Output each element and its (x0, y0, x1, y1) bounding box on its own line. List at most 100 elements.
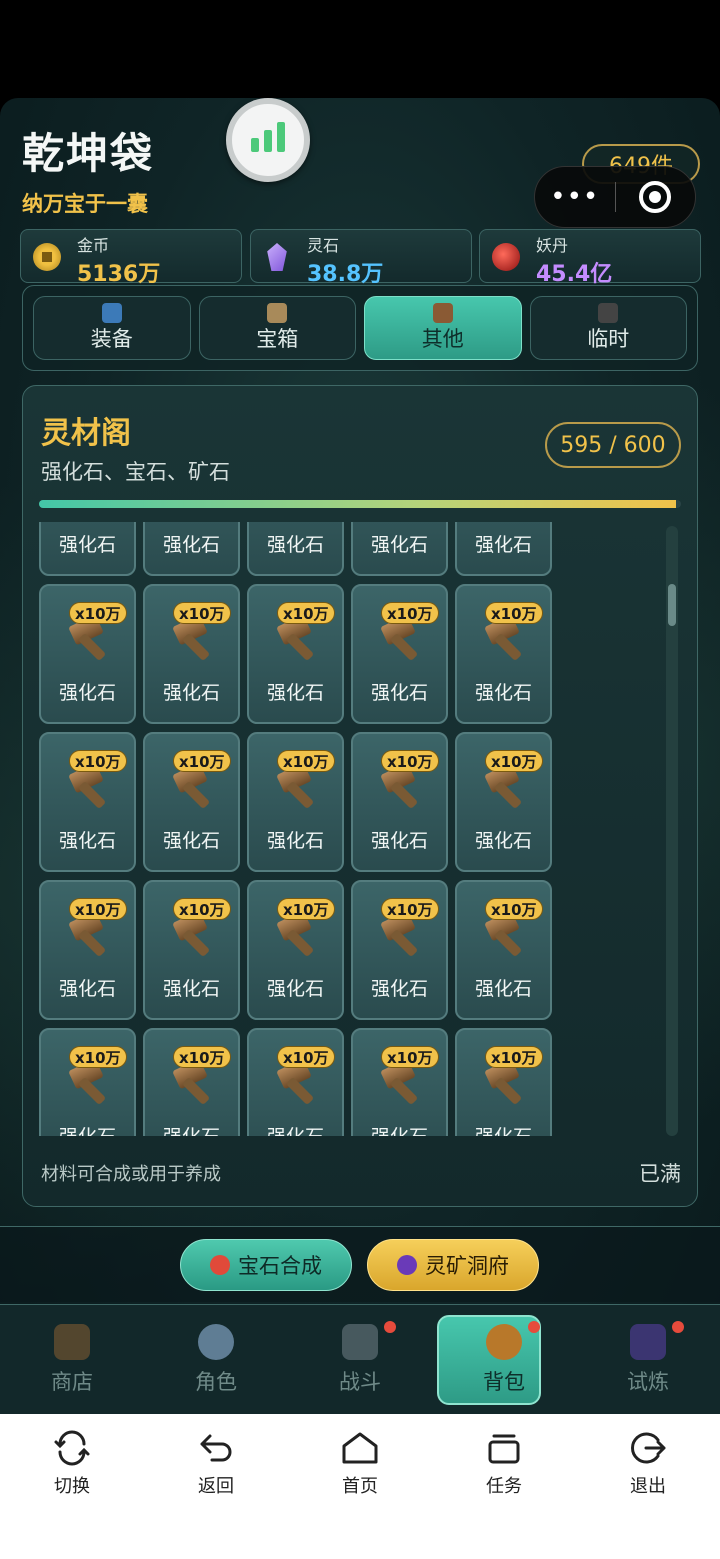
item-slot[interactable]: x10万强化石 (247, 584, 344, 724)
system-label: 首页 (342, 1476, 378, 1497)
equipment-icon (101, 303, 122, 323)
stats-bar (264, 130, 272, 152)
item-slot[interactable]: x10万强化石 (247, 732, 344, 872)
miniapp-capsule: ••• (534, 166, 696, 228)
item-slot[interactable]: x10万强化石 (143, 732, 240, 872)
nav-label: 商店 (51, 1369, 93, 1394)
quantity-badge: x10万 (485, 898, 543, 920)
item-slot[interactable]: x10万强化石 (455, 584, 552, 724)
nav-item-bag[interactable]: 背包 (432, 1305, 576, 1414)
back-icon (196, 1428, 236, 1468)
tab-chest[interactable]: 宝箱 (198, 296, 356, 360)
item-slot[interactable]: x10万强化石 (39, 584, 136, 724)
system-exit-button[interactable]: 退出 (576, 1414, 720, 1559)
spirit-stone-icon (267, 243, 287, 271)
item-slot[interactable]: x10万强化石 (143, 1028, 240, 1136)
item-slot[interactable]: x10万强化石 (351, 732, 448, 872)
nav-item-battle[interactable]: 战斗 (288, 1305, 432, 1414)
tab-label: 装备 (90, 327, 133, 351)
item-grid-viewport[interactable]: x10万强化石x10万强化石x10万强化石x10万强化石x10万强化石x10万强… (39, 522, 559, 1136)
system-tasks-button[interactable]: 任务 (432, 1414, 576, 1559)
item-slot[interactable]: x10万强化石 (455, 522, 552, 576)
more-dots-icon[interactable]: ••• (535, 182, 615, 212)
item-name: 强化石 (266, 534, 324, 556)
grid-scrollbar[interactable] (666, 526, 678, 1136)
bag-icon (486, 1323, 522, 1360)
item-slot[interactable]: x10万强化石 (247, 880, 344, 1020)
tab-equipment[interactable]: 装备 (33, 296, 191, 360)
quantity-badge: x10万 (69, 1046, 127, 1068)
system-label: 任务 (486, 1476, 522, 1497)
temporary-icon (598, 303, 619, 323)
item-name: 强化石 (249, 1122, 342, 1136)
item-name: 强化石 (162, 682, 220, 704)
notification-dot (528, 1321, 540, 1333)
nav-item-trial[interactable]: 试炼 (576, 1305, 720, 1414)
tab-other[interactable]: 其他 (364, 296, 522, 360)
quantity-badge: x10万 (277, 750, 335, 772)
item-name: 强化石 (162, 830, 220, 852)
item-slot[interactable]: x10万强化石 (143, 880, 240, 1020)
target-icon[interactable] (616, 181, 696, 213)
system-back-button[interactable]: 返回 (144, 1414, 288, 1559)
tab-label: 其他 (421, 327, 464, 351)
nav-item-character[interactable]: 角色 (144, 1305, 288, 1414)
system-home-button[interactable]: 首页 (288, 1414, 432, 1559)
spirit-mine-button[interactable]: 灵矿洞府 (367, 1239, 539, 1291)
item-slot[interactable]: x10万强化石 (351, 522, 448, 576)
item-name: 强化石 (162, 978, 220, 1000)
item-name: 强化石 (266, 830, 324, 852)
quantity-badge: x10万 (485, 750, 543, 772)
capacity-progress-fill (39, 500, 676, 508)
item-slot[interactable]: x10万强化石 (39, 1028, 136, 1136)
item-slot[interactable]: x10万强化石 (351, 584, 448, 724)
gem-synthesis-button[interactable]: 宝石合成 (180, 1239, 352, 1291)
tab-label: 临时 (587, 327, 630, 351)
item-slot[interactable]: x10万强化石 (247, 1028, 344, 1136)
item-name: 强化石 (474, 830, 532, 852)
notification-dot (672, 1321, 684, 1333)
item-slot[interactable]: x10万强化石 (39, 880, 136, 1020)
quantity-badge: x10万 (173, 1046, 231, 1068)
stats-bar (251, 138, 259, 152)
demon-core-icon (492, 243, 520, 271)
gem-icon (210, 1255, 230, 1275)
system-label: 退出 (630, 1476, 666, 1497)
nav-item-shop[interactable]: 商店 (0, 1305, 144, 1414)
system-label: 切换 (54, 1476, 90, 1497)
item-slot[interactable]: x10万强化石 (39, 522, 136, 576)
item-name: 强化石 (58, 830, 116, 852)
item-name: 强化石 (474, 534, 532, 556)
ore-icon (397, 1255, 417, 1275)
system-toolbar: 切换 返回 首页 任务 退出 (0, 1414, 720, 1559)
item-slot[interactable]: x10万强化石 (143, 584, 240, 724)
item-name: 强化石 (370, 978, 428, 1000)
stats-chart-icon[interactable] (226, 98, 310, 182)
quantity-badge: x10万 (381, 750, 439, 772)
quantity-badge: x10万 (277, 898, 335, 920)
item-slot[interactable]: x10万强化石 (455, 880, 552, 1020)
quantity-badge: x10万 (277, 602, 335, 624)
item-slot[interactable]: x10万强化石 (143, 522, 240, 576)
quantity-badge: x10万 (69, 898, 127, 920)
notification-dot (384, 1321, 396, 1333)
gold-coin-icon (33, 243, 61, 271)
home-icon (340, 1428, 380, 1468)
item-slot[interactable]: x10万强化石 (351, 1028, 448, 1136)
bottom-nav: 商店 角色 战斗 背包 试炼 (0, 1304, 720, 1414)
item-slot[interactable]: x10万强化石 (455, 732, 552, 872)
item-slot[interactable]: x10万强化石 (247, 522, 344, 576)
button-label: 宝石合成 (238, 1254, 322, 1278)
item-slot[interactable]: x10万强化石 (39, 732, 136, 872)
scrollbar-thumb[interactable] (668, 584, 676, 626)
item-name: 强化石 (457, 1122, 550, 1136)
nav-label: 背包 (483, 1369, 525, 1394)
tasks-icon (484, 1428, 524, 1468)
item-name: 强化石 (353, 1122, 446, 1136)
item-slot[interactable]: x10万强化石 (455, 1028, 552, 1136)
battle-swords-icon (342, 1323, 378, 1360)
quantity-badge: x10万 (381, 1046, 439, 1068)
system-switch-button[interactable]: 切换 (0, 1414, 144, 1559)
tab-temporary[interactable]: 临时 (529, 296, 687, 360)
item-slot[interactable]: x10万强化石 (351, 880, 448, 1020)
